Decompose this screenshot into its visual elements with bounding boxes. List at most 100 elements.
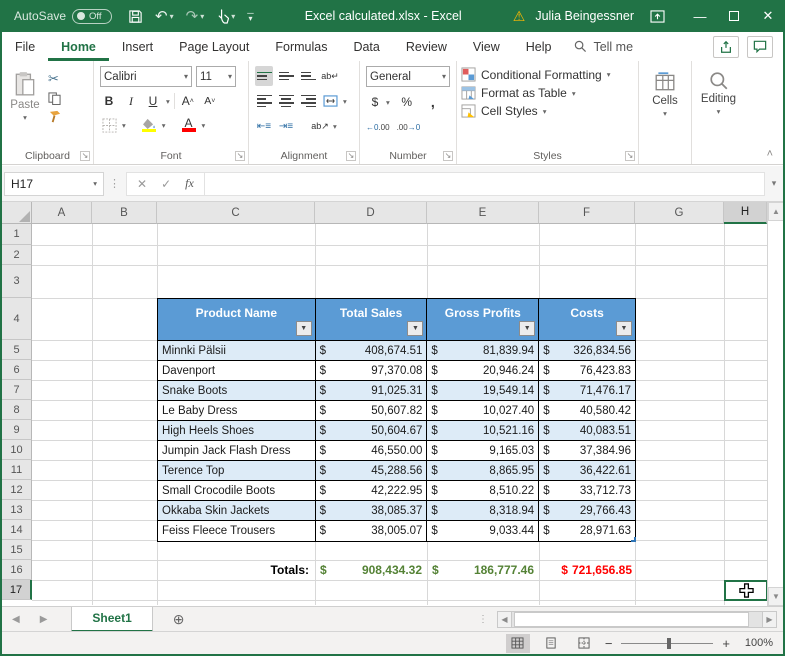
worksheet-grid[interactable]: ABCDEFGH 1 2 3 4 5 6 7 8 9 10 11 12 13 14 15 16 17 Produ… — [2, 202, 783, 606]
table-row[interactable]: Small Crocodile Boots $42,222.95 $8,510.22… — [158, 481, 635, 501]
cost-cell[interactable]: $76,423.83 — [539, 361, 635, 381]
scroll-up-icon[interactable]: ▲ — [768, 202, 783, 221]
normal-view-button[interactable] — [505, 633, 530, 653]
sales-cell[interactable]: $38,085.37 — [315, 501, 428, 521]
align-middle-icon[interactable] — [277, 66, 295, 86]
cell-styles-button[interactable]: Cell Styles ▾ — [457, 102, 638, 120]
sales-cell[interactable]: $46,550.00 — [315, 441, 428, 461]
select-all-corner[interactable] — [2, 202, 32, 224]
format-as-table-button[interactable]: Format as Table ▾ — [457, 84, 638, 102]
tab-data[interactable]: Data — [340, 32, 392, 61]
collapse-ribbon-icon[interactable]: ˄ — [767, 148, 773, 160]
decrease-indent-icon[interactable]: ⇤≡ — [255, 116, 273, 136]
touch-mode-icon[interactable]: ▾ — [216, 8, 235, 24]
cost-cell[interactable]: $29,766.43 — [539, 501, 635, 521]
copy-icon[interactable] — [48, 92, 62, 105]
row-header-13[interactable]: 13 — [2, 500, 32, 520]
filter-dropdown-icon[interactable]: ▼ — [407, 321, 424, 336]
sales-cell[interactable]: $50,607.82 — [315, 401, 428, 421]
tab-insert[interactable]: Insert — [109, 32, 166, 61]
percent-format-icon[interactable]: % — [398, 92, 416, 112]
minimize-button[interactable]: — — [683, 0, 717, 32]
row-header-10[interactable]: 10 — [2, 440, 32, 460]
profit-cell[interactable]: $9,165.03 — [427, 441, 540, 461]
table-row[interactable]: Feiss Fleece Trousers $38,005.07 $9,033.44… — [158, 521, 635, 541]
close-button[interactable]: ✕ — [751, 0, 783, 32]
zoom-slider-thumb[interactable] — [667, 637, 672, 649]
product-name-cell[interactable]: High Heels Shoes — [158, 421, 316, 441]
profit-cell[interactable]: $8,318.94 — [427, 501, 540, 521]
orientation-icon[interactable]: ab↗ — [311, 116, 329, 136]
table-row[interactable]: Okkaba Skin Jackets $38,085.37 $8,318.94 $2… — [158, 501, 635, 521]
product-name-cell[interactable]: Le Baby Dress — [158, 401, 316, 421]
profit-cell[interactable]: $10,027.40 — [427, 401, 540, 421]
product-name-cell[interactable]: Terence Top — [158, 461, 316, 481]
currency-dropdown-icon[interactable]: ▾ — [386, 98, 390, 107]
paste-dropdown-icon[interactable]: ▾ — [23, 113, 27, 122]
product-name-cell[interactable]: Davenport — [158, 361, 316, 381]
profit-cell[interactable]: $19,549.14 — [427, 381, 540, 401]
row-header-6[interactable]: 6 — [2, 360, 32, 380]
format-painter-icon[interactable] — [48, 110, 62, 123]
decrease-font-icon[interactable]: A ˅ — [201, 91, 219, 111]
product-name-cell[interactable]: Jumpin Jack Flash Dress — [158, 441, 316, 461]
column-header-A[interactable]: A — [32, 202, 92, 224]
scroll-left-icon[interactable]: ◀ — [497, 610, 512, 628]
expand-formula-bar-icon[interactable]: ▾ — [765, 178, 783, 189]
font-dialog-launcher-icon[interactable]: ↘ — [235, 151, 245, 161]
zoom-level[interactable]: 100% — [739, 637, 773, 649]
font-size-select[interactable]: 11 ▾ — [196, 66, 236, 87]
wrap-text-icon[interactable]: ab↵ — [321, 66, 339, 86]
italic-button[interactable]: I — [122, 91, 140, 111]
sales-cell[interactable]: $45,288.56 — [315, 461, 428, 481]
autosave-toggle[interactable]: AutoSave Off — [14, 8, 113, 24]
product-name-cell[interactable]: Okkaba Skin Jackets — [158, 501, 316, 521]
cells-dropdown-icon[interactable]: ▾ — [663, 109, 667, 118]
filter-dropdown-icon[interactable]: ▼ — [519, 321, 536, 336]
table-row[interactable]: Davenport $97,370.08 $20,946.24 $76,423.83 — [158, 361, 635, 381]
sheet-tab-sheet1[interactable]: Sheet1 — [71, 606, 153, 632]
row-header-8[interactable]: 8 — [2, 400, 32, 420]
alignment-dialog-launcher-icon[interactable]: ↘ — [346, 151, 356, 161]
column-header-B[interactable]: B — [92, 202, 157, 224]
row-header-4[interactable]: 4 — [2, 298, 32, 340]
align-center-icon[interactable] — [277, 91, 295, 111]
cost-cell[interactable]: $40,580.42 — [539, 401, 635, 421]
totals-sales-cell[interactable]: $908,434.32 — [315, 560, 427, 580]
increase-font-icon[interactable]: A ˄ — [179, 91, 197, 111]
scroll-right-icon[interactable]: ▶ — [762, 610, 777, 628]
increase-indent-icon[interactable]: ⇥≡ — [277, 116, 295, 136]
profit-cell[interactable]: $20,946.24 — [427, 361, 540, 381]
styles-dialog-launcher-icon[interactable]: ↘ — [625, 151, 635, 161]
sales-cell[interactable]: $91,025.31 — [315, 381, 428, 401]
borders-icon[interactable] — [100, 115, 118, 135]
tell-me-box[interactable]: Tell me — [574, 40, 633, 54]
undo-icon[interactable]: ↶ ▾ — [155, 7, 174, 25]
row-header-2[interactable]: 2 — [2, 245, 32, 265]
totals-label-cell[interactable]: Totals: — [157, 560, 315, 580]
column-header-H[interactable]: H — [724, 202, 767, 224]
align-right-icon[interactable] — [299, 91, 317, 111]
align-left-icon[interactable] — [255, 91, 273, 111]
fill-color-icon[interactable] — [140, 115, 158, 135]
zoom-slider[interactable] — [621, 637, 714, 649]
paste-button[interactable]: Paste ▾ — [2, 65, 48, 123]
horizontal-scroll-track[interactable] — [512, 610, 762, 628]
row-header-16[interactable]: 16 — [2, 560, 32, 580]
currency-format-icon[interactable]: $ — [366, 92, 384, 112]
sheet-nav-right-icon[interactable]: ▶ — [30, 614, 58, 625]
row-header-3[interactable]: 3 — [2, 265, 32, 298]
product-name-cell[interactable]: Small Crocodile Boots — [158, 481, 316, 501]
table-row[interactable]: Jumpin Jack Flash Dress $46,550.00 $9,165.… — [158, 441, 635, 461]
save-icon[interactable] — [128, 9, 143, 24]
product-name-cell[interactable]: Minnki Pälsii — [158, 341, 316, 361]
maximize-button[interactable] — [717, 0, 751, 32]
cancel-entry-icon[interactable]: ✕ — [137, 177, 147, 191]
row-header-17[interactable]: 17 — [2, 580, 32, 600]
profit-cell[interactable]: $8,510.22 — [427, 481, 540, 501]
redo-icon[interactable]: ↷ ▾ — [186, 7, 205, 25]
tab-home[interactable]: Home — [48, 32, 109, 61]
cost-cell[interactable]: $40,083.51 — [539, 421, 635, 441]
confirm-entry-icon[interactable]: ✓ — [161, 177, 171, 191]
merge-center-icon[interactable] — [321, 91, 339, 111]
